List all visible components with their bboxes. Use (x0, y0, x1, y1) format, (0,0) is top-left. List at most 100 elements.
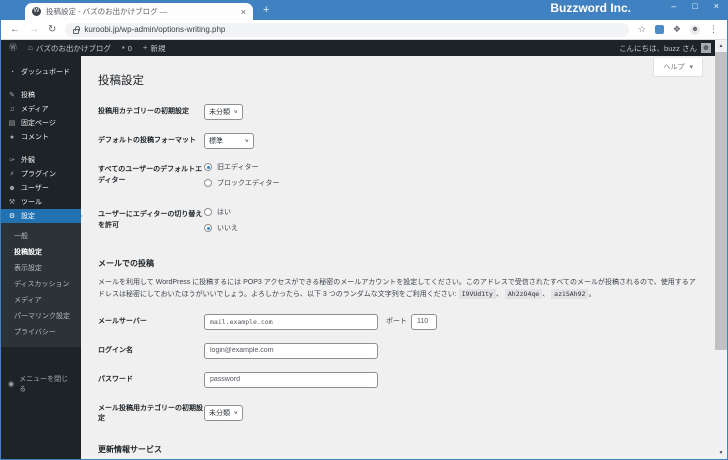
port-input[interactable] (411, 313, 437, 330)
field-label: ユーザーにエディターの切り替えを許可 (98, 211, 203, 229)
sidebar-label: プラグイン (21, 171, 56, 178)
radio-block-editor[interactable]: ブロックエディター (204, 178, 280, 188)
admin-bar-comments[interactable]: ▪ 0 (122, 44, 132, 53)
submenu-item-writing[interactable]: 投稿設定 (1, 244, 81, 260)
collapse-menu-button[interactable]: ◉ メニューを閉じる (1, 371, 81, 397)
field-label: ログイン名 (98, 346, 133, 354)
collapse-icon: ◉ (8, 381, 15, 388)
settings-gear-icon: ⚙ (8, 213, 16, 220)
admin-bar-new[interactable]: + 新規 (143, 43, 166, 54)
pages-icon: ▤ (8, 120, 16, 127)
sidebar-item-plugins[interactable]: ⚡ プラグイン (1, 167, 81, 181)
sidebar-item-users[interactable]: ☻ ユーザー (1, 181, 81, 195)
sidebar-label: 固定ページ (21, 120, 56, 127)
default-category-select[interactable]: 未分類 ∨ (204, 104, 243, 120)
minimize-button[interactable]: – (671, 1, 676, 11)
address-bar[interactable]: kuroobi.jp/wp-admin/options-writing.php (65, 22, 629, 37)
random-string-3: aziSAh92 (551, 289, 589, 300)
period: 。 (588, 291, 596, 299)
posts-pin-icon: ✎ (9, 92, 15, 99)
lock-icon (73, 25, 80, 34)
radio-classic-editor[interactable]: 旧エディター (204, 162, 280, 172)
sidebar-label: ユーザー (21, 185, 49, 192)
plus-icon: + (142, 43, 148, 52)
radio-switch-yes[interactable]: はい (204, 207, 238, 217)
site-name: バズのお出かけブログ (35, 43, 111, 53)
mail-category-select[interactable]: 未分類 ∨ (204, 404, 243, 421)
radio-checked-icon (204, 224, 212, 232)
admin-page: ◔ ダッシュボード ✎ 投稿 ♫ メディア ▤ 固定ページ ● コメント ✑ 外… (1, 56, 727, 459)
submenu-item-reading[interactable]: 表示設定 (1, 260, 81, 276)
row-default-editor: すべてのユーザーのデフォルトエディター 旧エディター ブロックエディター (98, 162, 697, 194)
sidebar-item-tools[interactable]: ⚒ ツール (1, 195, 81, 209)
page-scrollbar[interactable]: ▲ ▼ (715, 40, 727, 459)
dashboard-icon: ◔ (9, 68, 15, 76)
row-default-format: デフォルトの投稿フォーマット 標準 ∨ (98, 133, 697, 149)
maximize-button[interactable]: □ (692, 1, 697, 11)
tab-close-icon[interactable]: × (241, 7, 246, 17)
radio-unchecked-icon (204, 208, 212, 216)
admin-bar-account[interactable]: こんにちは、buzz さん ☻ (619, 43, 711, 54)
sidebar-item-settings[interactable]: ⚙ 設定 (1, 209, 81, 223)
separator: 、 (495, 291, 503, 299)
sidebar-label: ダッシュボード (21, 69, 70, 76)
page-viewport: Ⓦ ⌂ バズのお出かけブログ ▪ 0 + 新規 こんにちは、buzz さん ☻ (1, 40, 727, 459)
sidebar-item-posts[interactable]: ✎ 投稿 (1, 88, 81, 102)
random-string-2: Ah2zO4qe (504, 289, 543, 300)
forward-icon[interactable]: → (29, 24, 39, 35)
login-name-input[interactable] (204, 342, 378, 359)
comments-bubble-icon: ▪ (121, 43, 125, 52)
row-password: パスワード (98, 371, 697, 388)
browser-tab[interactable]: W 投稿設定 - バズのお出かけブログ — × (25, 3, 253, 20)
extensions-puzzle-icon[interactable]: ❖ (673, 25, 681, 34)
back-icon[interactable]: ← (10, 24, 20, 35)
bookmark-star-icon[interactable]: ☆ (638, 25, 646, 34)
tab-title: 投稿設定 - バズのお出かけブログ — (46, 7, 168, 16)
radio-unchecked-icon (204, 179, 212, 187)
wp-admin-bar: Ⓦ ⌂ バズのお出かけブログ ▪ 0 + 新規 こんにちは、buzz さん ☻ (1, 40, 727, 56)
sidebar-item-appearance[interactable]: ✑ 外観 (1, 153, 81, 167)
password-input[interactable] (204, 371, 378, 388)
help-button[interactable]: ヘルプ ▾ (653, 58, 703, 77)
menu-dots-icon[interactable]: ⋮ (709, 25, 718, 34)
default-format-select[interactable]: 標準 ∨ (204, 133, 254, 149)
sidebar-item-media[interactable]: ♫ メディア (1, 102, 81, 116)
submenu-item-privacy[interactable]: プライバシー (1, 324, 81, 340)
help-label: ヘルプ (663, 64, 685, 71)
mail-server-input[interactable] (204, 313, 378, 330)
wordpress-logo-icon[interactable]: Ⓦ (9, 44, 17, 52)
admin-bar-site-link[interactable]: ⌂ バズのお出かけブログ (28, 43, 111, 54)
field-label: 投稿用カテゴリーの初期設定 (98, 108, 189, 115)
comments-icon: ● (9, 133, 15, 141)
submenu-item-media[interactable]: メディア (1, 292, 81, 308)
row-allow-switch: ユーザーにエディターの切り替えを許可 はい いいえ (98, 207, 697, 239)
close-button[interactable]: × (714, 1, 719, 11)
chevron-down-icon: ▾ (689, 64, 693, 71)
window-controls: – □ × (671, 1, 719, 11)
sidebar-label: コメント (21, 134, 49, 141)
submenu-item-general[interactable]: 一般 (1, 228, 81, 244)
new-tab-button[interactable]: + (263, 3, 269, 17)
sidebar-item-comments[interactable]: ● コメント (1, 130, 81, 144)
browser-titlebar: W 投稿設定 - バズのお出かけブログ — × + Buzzword Inc. … (1, 0, 727, 20)
sidebar-item-pages[interactable]: ▤ 固定ページ (1, 116, 81, 130)
users-icon: ☻ (8, 184, 16, 192)
field-label: デフォルトの投稿フォーマット (98, 137, 196, 144)
sidebar-label: 投稿 (21, 92, 35, 99)
scrollbar-thumb[interactable] (715, 52, 727, 350)
profile-icon[interactable]: ☻ (690, 24, 700, 35)
extension-icon[interactable] (654, 25, 664, 34)
reload-icon[interactable]: ↻ (48, 24, 56, 35)
scroll-up-icon[interactable]: ▲ (715, 40, 727, 52)
select-value: 標準 (209, 138, 223, 145)
radio-switch-no[interactable]: いいえ (204, 223, 238, 233)
submenu-item-discussion[interactable]: ディスカッション (1, 276, 81, 292)
plugins-icon: ⚡ (9, 171, 15, 178)
port-label: ポート (386, 317, 407, 325)
submenu-item-permalinks[interactable]: パーマリンク設定 (1, 308, 81, 324)
sidebar-item-dashboard[interactable]: ◔ ダッシュボード (1, 65, 81, 79)
field-label: パスワード (98, 375, 133, 383)
scroll-down-icon[interactable]: ▼ (715, 447, 727, 459)
description-text: メールを利用して WordPress に投稿するには POP3 アクセスができる… (98, 279, 696, 299)
chevron-down-icon: ∨ (233, 109, 239, 115)
